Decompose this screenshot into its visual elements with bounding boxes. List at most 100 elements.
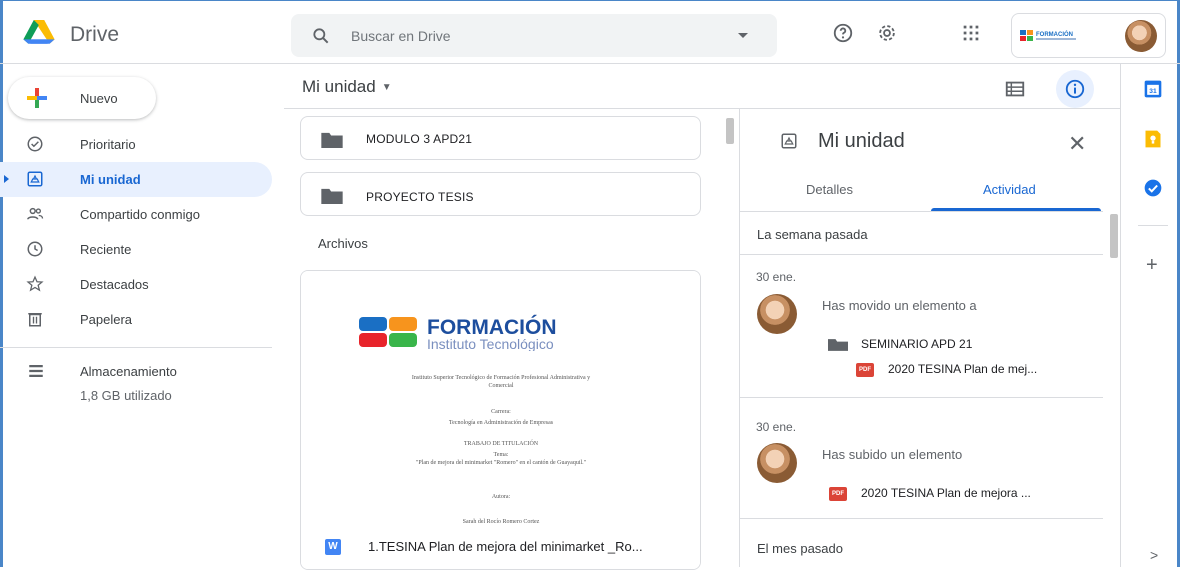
sidebar-item-priority[interactable]: Prioritario (0, 127, 272, 162)
period-divider (739, 518, 1103, 519)
panel-scrollbar[interactable] (1110, 214, 1118, 258)
settings-icon[interactable] (876, 22, 898, 44)
folder-name: PROYECTO TESIS (366, 190, 474, 204)
doc-brand-subtitle: Instituto Tecnológico (427, 336, 554, 351)
page-title: Mi unidad (302, 77, 376, 96)
plus-icon (27, 88, 47, 108)
main-scrollbar[interactable] (726, 118, 734, 144)
sidebar-item-label: Prioritario (80, 137, 136, 152)
doc-line: Tema: (493, 452, 509, 458)
search-options-chevron-down-icon[interactable] (738, 33, 748, 39)
view-details-button[interactable] (1056, 70, 1094, 108)
my-drive-icon (27, 171, 43, 187)
activity-folder-name[interactable]: SEMINARIO APD 21 (861, 337, 972, 351)
get-addons-plus-icon[interactable]: + (1146, 254, 1158, 277)
folder-icon (321, 188, 343, 204)
sidebar-item-label: Compartido conmigo (80, 207, 200, 222)
word-doc-icon: W (325, 539, 341, 555)
doc-line: Instituto Superior Tecnológico de Formac… (411, 375, 591, 381)
sidebar-item-shared[interactable]: Compartido conmigo (0, 197, 272, 232)
folder-icon (321, 132, 343, 148)
info-icon (1065, 79, 1085, 99)
tasks-icon[interactable] (1143, 178, 1163, 198)
sidebar-item-label: Papelera (80, 312, 133, 327)
storage-label[interactable]: Almacenamiento (80, 364, 177, 379)
sidebar-item-starred[interactable]: Destacados (0, 267, 272, 302)
period-label: El mes pasado (757, 541, 843, 556)
doc-line: TRABAJO DE TITULACIÓN (463, 441, 539, 447)
folder-name: MODULO 3 APD21 (366, 132, 473, 146)
doc-line: Tecnología en Administración de Empresas (448, 420, 554, 426)
activity-file-name[interactable]: 2020 TESINA Plan de mej... (888, 362, 1037, 376)
avatar (757, 294, 797, 334)
activity-text: Has subido un elemento (822, 447, 963, 462)
activity-date: 30 ene. (756, 270, 797, 284)
activity-divider (739, 397, 1103, 398)
sidebar-item-label: Destacados (80, 277, 149, 292)
tabs-divider (739, 211, 1103, 212)
account-avatar[interactable] (1125, 20, 1157, 52)
doc-line: Carrera: (491, 409, 511, 415)
tab-details[interactable]: Detalles (806, 182, 853, 197)
calendar-icon[interactable]: 31 (1143, 79, 1163, 99)
storage-icon (29, 365, 43, 377)
side-rail-divider (1120, 64, 1121, 567)
doc-line: Comercial (488, 383, 514, 389)
sidebar-item-label: Reciente (80, 242, 132, 257)
clock-icon (27, 241, 43, 257)
storage-used: 1,8 GB utilizado (80, 388, 172, 403)
apps-grid-icon[interactable] (960, 22, 982, 44)
file-card[interactable]: FORMACIÓN Instituto Tecnológico Institut… (300, 270, 701, 570)
search-icon[interactable] (311, 26, 331, 46)
help-icon[interactable] (832, 22, 854, 44)
activity-file-name[interactable]: 2020 TESINA Plan de mejora ... (861, 486, 1031, 500)
star-icon (26, 275, 44, 292)
check-circle-icon (27, 136, 43, 152)
avatar (757, 443, 797, 483)
new-button-label: Nuevo (80, 91, 118, 106)
rail-separator (1138, 225, 1168, 226)
my-drive-icon (781, 133, 797, 149)
keep-icon[interactable] (1143, 129, 1163, 149)
account-switcher[interactable]: FORMACIÓN (1011, 13, 1166, 58)
formacion-brand-logo: FORMACIÓN (1020, 30, 1076, 41)
search-input[interactable] (351, 26, 731, 46)
sidebar-item-my-drive[interactable]: Mi unidad (0, 162, 272, 197)
trash-icon (28, 313, 42, 327)
list-view-icon[interactable] (1004, 78, 1026, 100)
panel-title: Mi unidad (818, 130, 905, 152)
drive-logo-icon[interactable] (18, 20, 60, 48)
files-section-label: Archivos (318, 236, 368, 251)
period-divider (739, 254, 1103, 255)
sidebar-item-recent[interactable]: Reciente (0, 232, 272, 267)
doc-line: "Plan de mejora del minimarket "Romero" … (415, 460, 587, 466)
period-label: La semana pasada (757, 227, 868, 242)
doc-line: Sarah del Rocío Romero Cortez (462, 519, 540, 525)
calendar-day: 31 (1149, 88, 1157, 95)
breadcrumb[interactable]: Mi unidad ▼ (302, 77, 392, 97)
close-icon[interactable]: ✕ (1068, 131, 1086, 157)
folder-card[interactable]: MODULO 3 APD21 (300, 116, 701, 160)
file-name: 1.TESINA Plan de mejora del minimarket _… (368, 539, 643, 554)
sidebar-item-label: Mi unidad (80, 172, 141, 187)
file-card-footer: W 1.TESINA Plan de mejora del minimarket… (301, 533, 700, 569)
top-bar: Drive FORMACIÓN (0, 0, 1180, 64)
search-bar[interactable] (291, 14, 777, 57)
sidebar-item-trash[interactable]: Papelera (0, 302, 272, 337)
formacion-document-logo: FORMACIÓN Instituto Tecnológico (359, 315, 557, 351)
new-button[interactable]: Nuevo (8, 77, 156, 119)
activity-text: Has movido un elemento a (822, 298, 977, 313)
pdf-icon: PDF (829, 487, 847, 501)
chevron-right-icon[interactable]: > (1150, 547, 1158, 563)
pdf-icon: PDF (856, 363, 874, 377)
app-title[interactable]: Drive (70, 23, 119, 47)
shared-people-icon (27, 207, 44, 220)
sidebar-divider (0, 347, 272, 348)
doc-line: Autora: (491, 494, 511, 500)
tab-activity[interactable]: Actividad (983, 182, 1036, 197)
activity-date: 30 ene. (756, 420, 797, 434)
chevron-down-icon: ▼ (381, 82, 392, 93)
brand-text: FORMACIÓN (1036, 30, 1073, 38)
folder-card[interactable]: PROYECTO TESIS (300, 172, 701, 216)
file-thumbnail: FORMACIÓN Instituto Tecnológico Institut… (301, 271, 700, 531)
